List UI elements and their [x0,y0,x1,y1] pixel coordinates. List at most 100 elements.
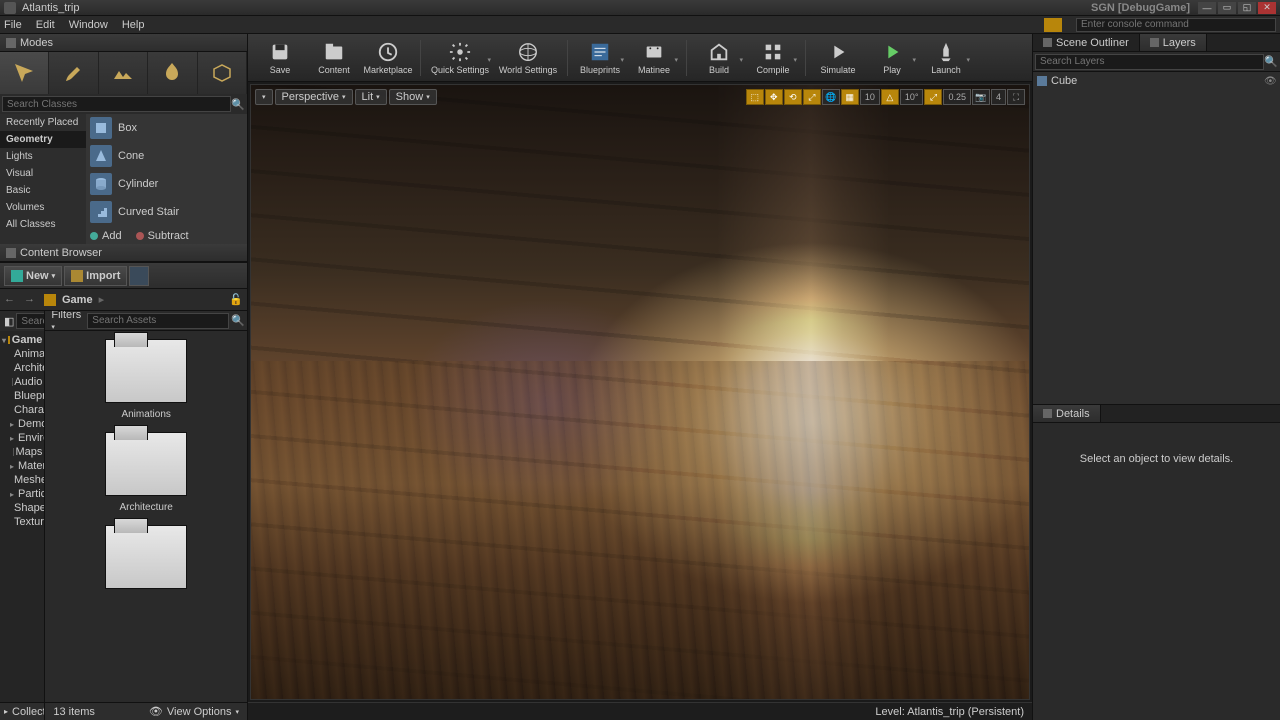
save-button[interactable]: Save [254,36,306,80]
cat-basic[interactable]: Basic [0,182,86,199]
search-classes-input[interactable] [2,96,231,112]
content-button[interactable]: Content [308,36,360,80]
cat-all-classes[interactable]: All Classes [0,216,86,233]
collections-header[interactable]: ▸ Collections ⊞ [0,702,44,720]
compile-button[interactable]: Compile▾ [747,36,799,80]
menu-file[interactable]: File [4,19,22,31]
shape-cylinder[interactable]: Cylinder [86,170,247,198]
import-button[interactable]: Import [64,266,127,286]
tree-item-materials[interactable]: ▸Materials [0,459,44,473]
marketplace-button[interactable]: Marketplace [362,36,414,80]
tree-item-meshes[interactable]: Meshes [0,473,44,487]
scale-snap-value[interactable]: 0.25 [943,89,971,105]
sources-toggle-icon[interactable]: ◧ [2,315,16,328]
foliage-mode-button[interactable] [148,52,197,94]
tree-root[interactable]: ▾Game [0,333,44,347]
blueprints-button[interactable]: Blueprints▾ [574,36,626,80]
cat-geometry[interactable]: Geometry [0,131,86,148]
menu-window[interactable]: Window [69,19,108,31]
place-mode-button[interactable] [0,52,49,94]
source-control-icon[interactable] [1044,18,1062,32]
tree-item-animations[interactable]: Animations [0,347,44,361]
rotate-tool[interactable]: ⟲ [784,89,802,105]
category-list: Recently Placed Geometry Lights Visual B… [0,114,86,244]
view-options-button[interactable]: 👁 View Options ▾ [149,705,239,718]
close-button[interactable]: ✕ [1258,2,1276,14]
restore-button[interactable]: ▭ [1218,2,1236,14]
cat-volumes[interactable]: Volumes [0,199,86,216]
camera-speed-button[interactable]: 📷 [972,89,990,105]
tree-item-shapes[interactable]: Shapes [0,501,44,515]
breadcrumb[interactable]: Game [62,294,93,306]
save-all-button[interactable] [129,266,149,286]
nav-back-button[interactable]: ← [4,293,18,307]
translate-tool[interactable]: ✥ [765,89,783,105]
viewport-options-button[interactable]: ▾ [255,89,273,105]
viewport[interactable]: ▾ Perspective▾ Lit▾ Show▾ ⬚ ✥ ⟲ ⤢ 🌐 ▦ 10… [250,84,1030,700]
world-settings-button[interactable]: World Settings [495,36,561,80]
asset-animations[interactable]: Animations [105,339,187,420]
maximize-button[interactable]: ◱ [1238,2,1256,14]
shape-cone[interactable]: Cone [86,142,247,170]
matinee-button[interactable]: Matinee▾ [628,36,680,80]
shape-curved-stair[interactable]: Curved Stair [86,198,247,226]
modes-tab[interactable]: Modes [0,34,247,52]
visibility-toggle[interactable]: 👁 [1264,76,1276,87]
tree-item-demos[interactable]: ▸Demos [0,417,44,431]
tab-details[interactable]: Details [1033,405,1101,422]
tab-layers[interactable]: Layers [1140,34,1207,51]
maximize-viewport-button[interactable]: ⛶ [1007,89,1025,105]
content-browser-tab[interactable]: Content Browser [0,244,247,262]
angle-snap-button[interactable]: △ [881,89,899,105]
tree-item-maps[interactable]: Maps [0,445,44,459]
camera-speed-value[interactable]: 4 [991,89,1006,105]
tree-item-blueprints[interactable]: Blueprints [0,389,44,403]
tab-scene-outliner[interactable]: Scene Outliner [1033,34,1140,51]
new-button[interactable]: New▾ [4,266,62,286]
angle-snap-value[interactable]: 10° [900,89,924,105]
search-folders-input[interactable] [16,313,45,329]
filters-button[interactable]: Filters ▾ [47,311,85,332]
scale-snap-button[interactable]: ⤢ [924,89,942,105]
subtract-radio[interactable] [136,232,144,240]
grid-snap-value[interactable]: 10 [860,89,880,105]
simulate-button[interactable]: Simulate [812,36,864,80]
search-layers-input[interactable] [1035,54,1264,70]
show-button[interactable]: Show▾ [389,89,437,105]
cat-recently-placed[interactable]: Recently Placed [0,114,86,131]
menu-edit[interactable]: Edit [36,19,55,31]
launch-button[interactable]: Launch▾ [920,36,972,80]
layer-item-cube[interactable]: Cube 👁 [1035,74,1278,88]
select-tool[interactable]: ⬚ [746,89,764,105]
tree-item-environments[interactable]: ▸Environments [0,431,44,445]
nav-forward-button[interactable]: → [24,293,38,307]
lock-icon[interactable]: 🔓 [229,293,243,306]
quick-settings-button[interactable]: Quick Settings▾ [427,36,493,80]
grid-snap-button[interactable]: ▦ [841,89,859,105]
cat-lights[interactable]: Lights [0,148,86,165]
play-button[interactable]: Play▾ [866,36,918,80]
add-radio[interactable] [90,232,98,240]
asset-more[interactable] [105,525,187,589]
tree-item-textures[interactable]: Textures [0,515,44,529]
tree-item-character[interactable]: Character [0,403,44,417]
landscape-mode-button[interactable] [99,52,148,94]
coord-space-button[interactable]: 🌐 [822,89,840,105]
shape-box[interactable]: Box [86,114,247,142]
tree-item-particles[interactable]: ▸Particles [0,487,44,501]
asset-architecture[interactable]: Architecture [105,432,187,513]
console-input[interactable] [1076,18,1276,32]
lit-button[interactable]: Lit▾ [355,89,387,105]
geometry-mode-button[interactable] [198,52,247,94]
scale-tool[interactable]: ⤢ [803,89,821,105]
search-assets-input[interactable] [87,313,229,329]
window-title: Atlantis_trip [22,2,79,14]
build-button[interactable]: Build▾ [693,36,745,80]
minimize-button[interactable]: — [1198,2,1216,14]
tree-item-architecture[interactable]: Architecture [0,361,44,375]
menu-help[interactable]: Help [122,19,145,31]
cat-visual[interactable]: Visual [0,165,86,182]
perspective-button[interactable]: Perspective▾ [275,89,353,105]
paint-mode-button[interactable] [49,52,98,94]
tree-item-audio[interactable]: Audio [0,375,44,389]
